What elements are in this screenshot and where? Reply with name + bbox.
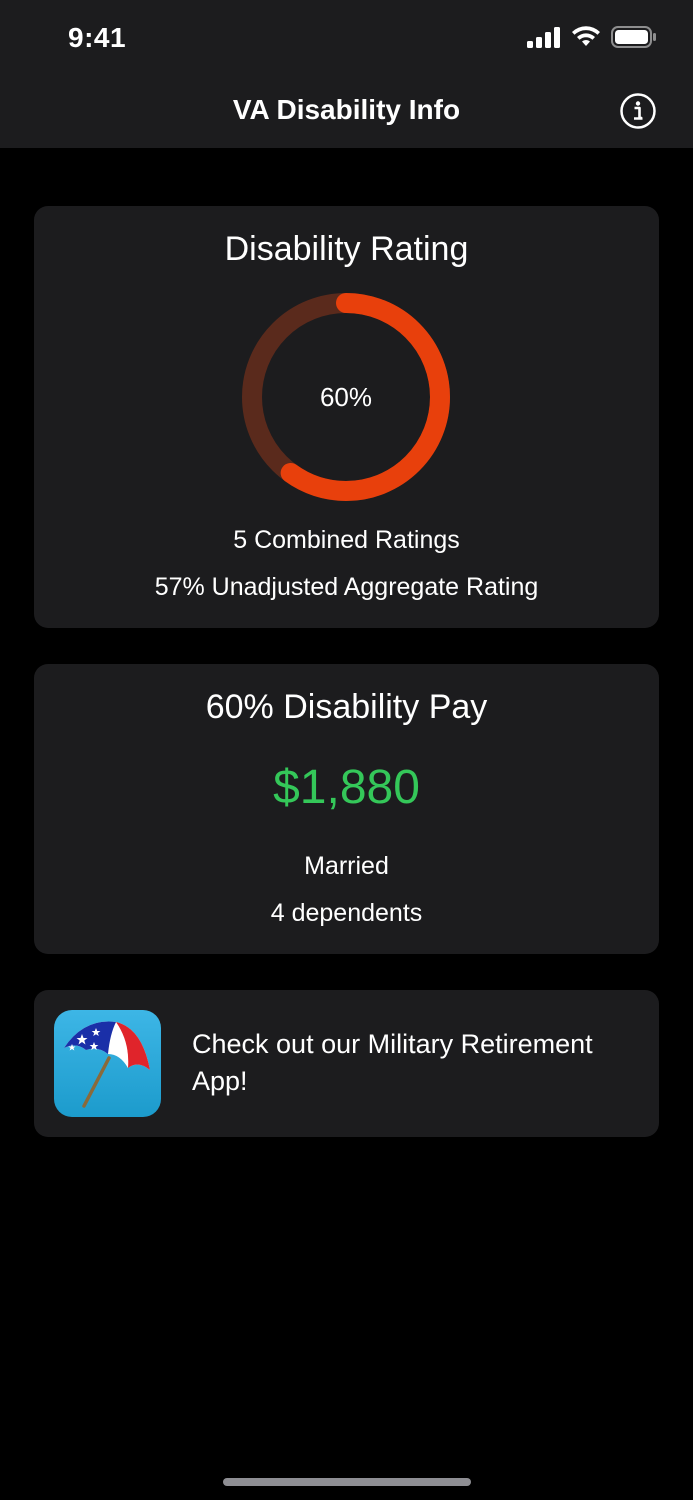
- rating-ring: 60%: [241, 292, 451, 502]
- marital-status-text: Married: [304, 852, 389, 880]
- disability-pay-card[interactable]: 60% Disability Pay $1,880 Married 4 depe…: [34, 664, 659, 954]
- pay-card-title: 60% Disability Pay: [205, 688, 488, 726]
- home-indicator[interactable]: [223, 1478, 471, 1486]
- info-icon[interactable]: [619, 92, 657, 130]
- status-bar: 9:41: [0, 0, 693, 76]
- military-retirement-app-promo[interactable]: Check out our Military Retirement App!: [34, 990, 659, 1137]
- promo-text: Check out our Military Retirement App!: [192, 1029, 593, 1096]
- wifi-icon: [572, 26, 600, 46]
- status-time: 9:41: [68, 22, 127, 53]
- pay-amount: $1,880: [273, 761, 420, 814]
- signal-icon: [527, 27, 560, 48]
- disability-rating-card[interactable]: Disability Rating 60% 5 Combined Ratings…: [34, 206, 659, 628]
- battery-icon: [611, 26, 656, 48]
- rating-card-title: Disability Rating: [224, 230, 469, 268]
- nav-bar: VA Disability Info: [0, 76, 693, 148]
- aggregate-rating-text: 57% Unadjusted Aggregate Rating: [154, 573, 539, 601]
- status-icons: [527, 26, 657, 48]
- rating-percent-label: 60%: [319, 382, 373, 412]
- page-title: VA Disability Info: [232, 94, 461, 125]
- combined-ratings-text: 5 Combined Ratings: [233, 526, 460, 554]
- dependents-text: 4 dependents: [270, 899, 423, 927]
- umbrella-icon: [54, 1010, 161, 1117]
